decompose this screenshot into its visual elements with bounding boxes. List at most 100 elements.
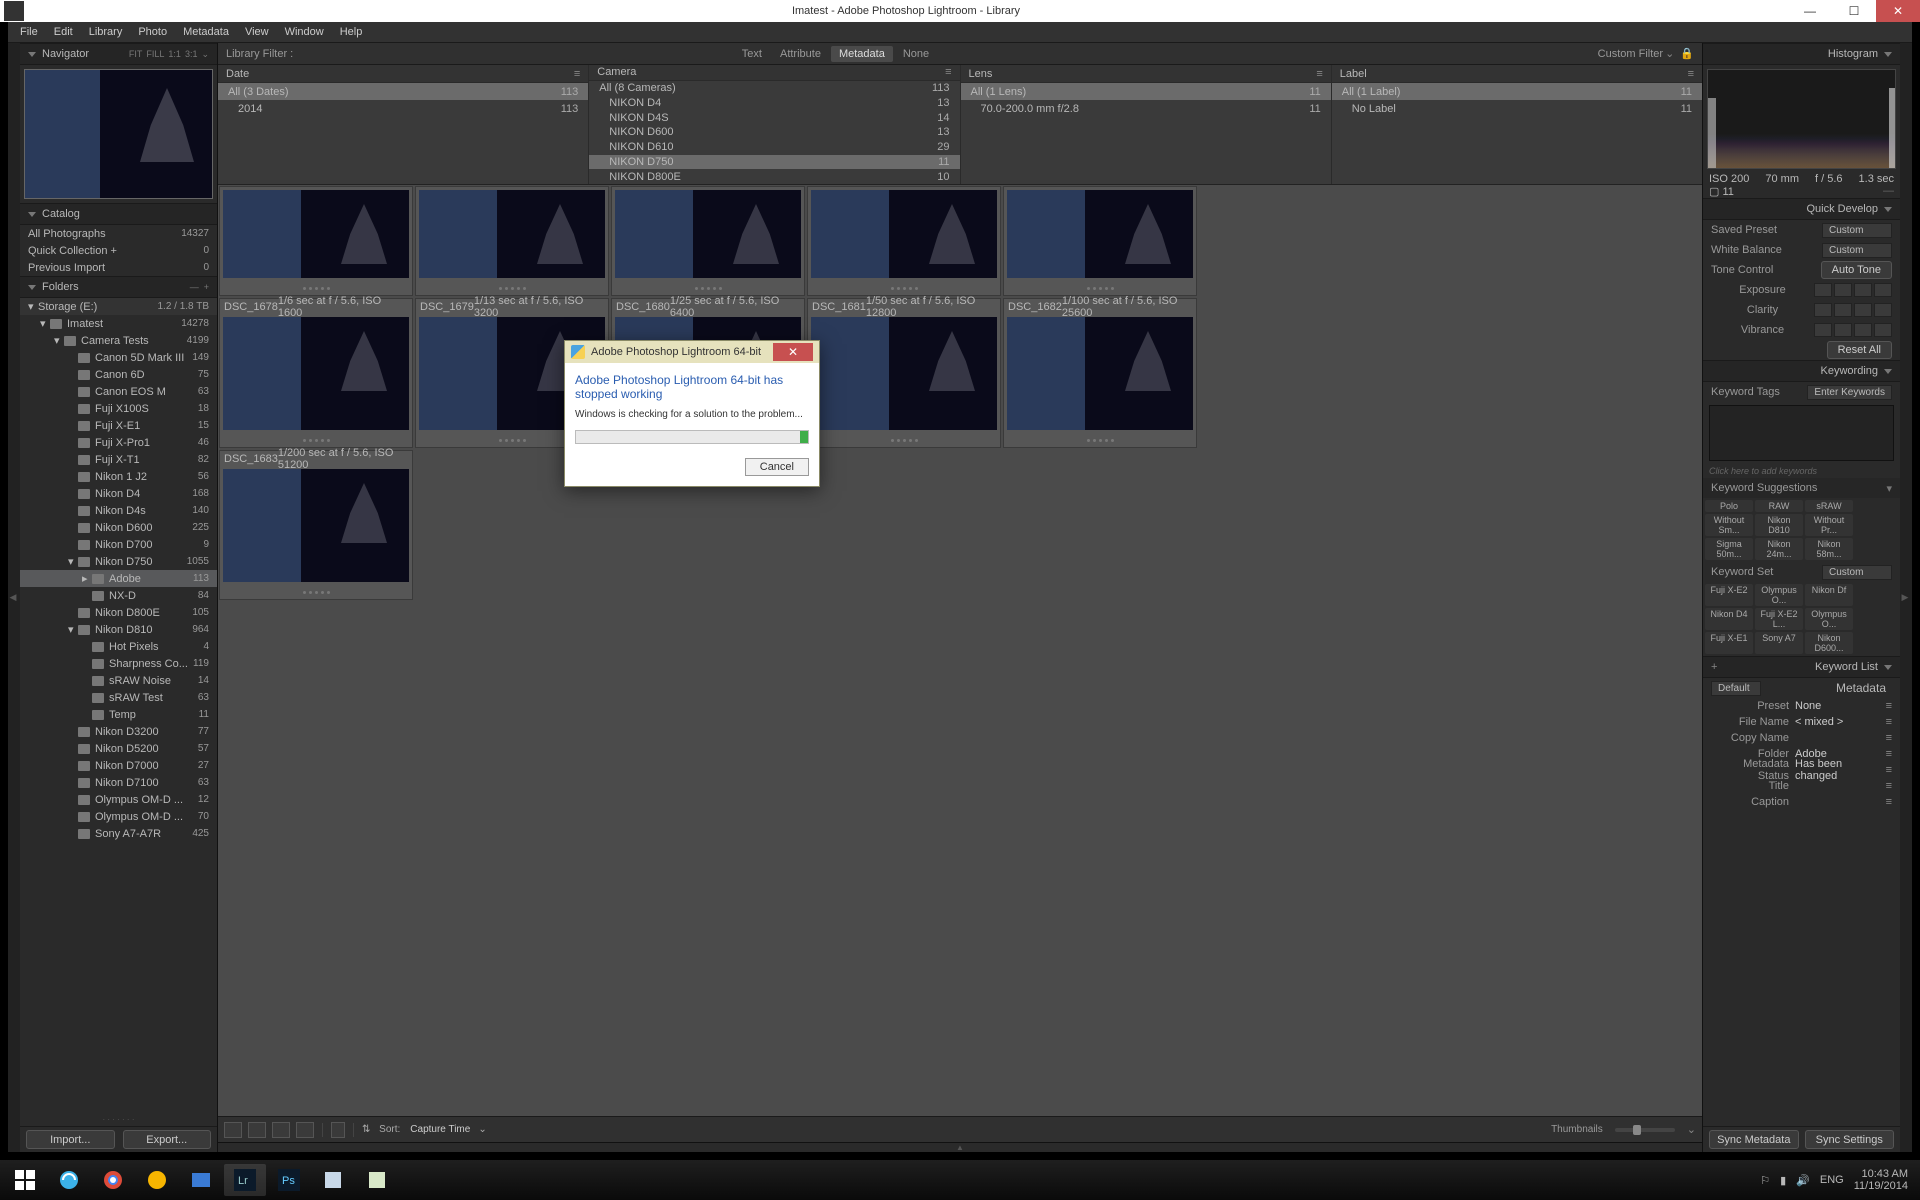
meta-col-header[interactable]: Camera≡: [589, 65, 959, 81]
folder-row[interactable]: Fuji X100S18: [20, 400, 217, 417]
lightroom-taskbar-icon[interactable]: Lr: [224, 1164, 266, 1196]
metadata-field-row[interactable]: PresetNone≡: [1703, 698, 1900, 714]
export-button[interactable]: Export...: [123, 1130, 212, 1149]
tray-volume-icon[interactable]: 🔊: [1796, 1174, 1810, 1187]
dialog-titlebar[interactable]: Adobe Photoshop Lightroom 64-bit ✕: [565, 341, 819, 363]
keyword-chip[interactable]: Fuji X-E1: [1705, 632, 1753, 654]
sync-settings-button[interactable]: Sync Settings: [1805, 1130, 1895, 1149]
thumbnail-grid[interactable]: DSC_16781/6 sec at f / 5.6, ISO 1600DSC_…: [218, 185, 1702, 1116]
meta-filter-row[interactable]: All (8 Cameras)113: [589, 81, 959, 96]
meta-filter-row[interactable]: NIKON D75011: [589, 155, 959, 170]
meta-filter-row[interactable]: NIKON D800E10: [589, 169, 959, 184]
meta-filter-row[interactable]: All (1 Lens)11: [961, 83, 1331, 100]
keyword-chip[interactable]: Olympus O...: [1755, 584, 1803, 606]
toolbar-chevron[interactable]: ⌄: [1687, 1123, 1696, 1136]
quick-develop-header[interactable]: Quick Develop: [1703, 198, 1900, 220]
sync-metadata-button[interactable]: Sync Metadata: [1709, 1130, 1799, 1149]
tray-clock[interactable]: 10:43 AM 11/19/2014: [1854, 1168, 1908, 1192]
filter-preset-dropdown[interactable]: Custom Filter: [1598, 48, 1663, 60]
keyword-chip[interactable]: RAW: [1755, 500, 1803, 512]
catalog-row[interactable]: All Photographs14327: [20, 225, 217, 242]
meta-filter-row[interactable]: No Label11: [1332, 100, 1702, 117]
app-taskbar-icon-2[interactable]: [180, 1164, 222, 1196]
keyword-chip[interactable]: Nikon D600...: [1805, 632, 1853, 654]
saved-preset-dropdown[interactable]: Custom: [1822, 223, 1892, 238]
folder-row[interactable]: Fuji X-Pro146: [20, 434, 217, 451]
tray-lang[interactable]: ENG: [1820, 1174, 1844, 1186]
sort-controls[interactable]: ⇅: [362, 1124, 373, 1135]
folder-row[interactable]: Sony A7-A7R425: [20, 825, 217, 842]
folder-row[interactable]: Olympus OM-D ...70: [20, 808, 217, 825]
filter-tab-text[interactable]: Text: [734, 46, 770, 62]
menu-view[interactable]: View: [237, 23, 277, 41]
folder-row[interactable]: Nikon D600225: [20, 519, 217, 536]
keyword-chip[interactable]: Polo: [1705, 500, 1753, 512]
tray-network-icon[interactable]: ▮: [1780, 1174, 1786, 1187]
keyword-chip[interactable]: Nikon Df: [1805, 584, 1853, 606]
keyword-chip[interactable]: Fuji X-E2: [1705, 584, 1753, 606]
folder-row[interactable]: Nikon D320077: [20, 723, 217, 740]
catalog-row[interactable]: Previous Import0: [20, 259, 217, 276]
right-rail-handle[interactable]: ▶: [1900, 43, 1912, 1152]
volume-row[interactable]: ▾ Storage (E:) 1.2 / 1.8 TB: [20, 298, 217, 315]
folder-row[interactable]: Nikon D700027: [20, 757, 217, 774]
menu-metadata[interactable]: Metadata: [175, 23, 237, 41]
thumbnail-cell[interactable]: DSC_16831/200 sec at f / 5.6, ISO 51200: [219, 450, 413, 600]
meta-filter-row[interactable]: 70.0-200.0 mm f/2.811: [961, 100, 1331, 117]
folder-row[interactable]: Nikon D4s140: [20, 502, 217, 519]
system-tray[interactable]: ⚐ ▮ 🔊 ENG 10:43 AM 11/19/2014: [1760, 1168, 1916, 1192]
meta-filter-row[interactable]: All (1 Label)11: [1332, 83, 1702, 100]
menu-edit[interactable]: Edit: [46, 23, 81, 41]
folder-row[interactable]: Fuji X-E115: [20, 417, 217, 434]
folder-row[interactable]: Fuji X-T182: [20, 451, 217, 468]
menu-photo[interactable]: Photo: [130, 23, 175, 41]
app-taskbar-icon-3[interactable]: [312, 1164, 354, 1196]
keyword-chip[interactable]: Fuji X-E2 L...: [1755, 608, 1803, 630]
keyword-chip[interactable]: sRAW: [1805, 500, 1853, 512]
filter-tab-attribute[interactable]: Attribute: [772, 46, 829, 62]
meta-filter-row[interactable]: 2014113: [218, 100, 588, 117]
metadata-field-row[interactable]: Caption≡: [1703, 794, 1900, 810]
metadata-field-row[interactable]: Metadata StatusHas been changed≡: [1703, 762, 1900, 778]
metadata-field-row[interactable]: File Name< mixed >≡: [1703, 714, 1900, 730]
keyword-chip[interactable]: Nikon D810: [1755, 514, 1803, 536]
thumbnail-cell[interactable]: DSC_16811/50 sec at f / 5.6, ISO 12800: [807, 298, 1001, 448]
keyword-entry-area[interactable]: [1709, 405, 1894, 461]
window-minimize-button[interactable]: —: [1788, 0, 1832, 22]
keyword-set-dropdown[interactable]: Custom: [1822, 565, 1892, 580]
sort-value[interactable]: Capture Time: [410, 1124, 470, 1135]
folder-row[interactable]: Canon 5D Mark III149: [20, 349, 217, 366]
folder-row[interactable]: Sharpness Co...119: [20, 655, 217, 672]
folders-tools[interactable]: — +: [190, 282, 209, 292]
thumbnail-cell[interactable]: DSC_16821/100 sec at f / 5.6, ISO 25600: [1003, 298, 1197, 448]
import-button[interactable]: Import...: [26, 1130, 115, 1149]
folder-row[interactable]: ▸Adobe113: [20, 570, 217, 587]
catalog-row[interactable]: Quick Collection +0: [20, 242, 217, 259]
window-close-button[interactable]: ✕: [1876, 0, 1920, 22]
window-maximize-button[interactable]: ☐: [1832, 0, 1876, 22]
keyword-chip[interactable]: Nikon 58m...: [1805, 538, 1853, 560]
ie-taskbar-icon[interactable]: [48, 1164, 90, 1196]
navigator-preview[interactable]: [24, 69, 213, 199]
meta-col-header[interactable]: Lens≡: [961, 65, 1331, 83]
keyword-chip[interactable]: Without Pr...: [1805, 514, 1853, 536]
start-button[interactable]: [4, 1164, 46, 1196]
folder-row[interactable]: ▾Camera Tests4199: [20, 332, 217, 349]
metadata-field-row[interactable]: Copy Name≡: [1703, 730, 1900, 746]
app-taskbar-icon-4[interactable]: [356, 1164, 398, 1196]
meta-filter-row[interactable]: NIKON D61029: [589, 140, 959, 155]
thumbnail-cell[interactable]: [1003, 186, 1197, 296]
auto-tone-button[interactable]: Auto Tone: [1821, 261, 1892, 279]
loupe-view-button[interactable]: [248, 1122, 266, 1138]
app-taskbar-icon-1[interactable]: [136, 1164, 178, 1196]
meta-col-header[interactable]: Date≡: [218, 65, 588, 83]
thumbnail-cell[interactable]: [415, 186, 609, 296]
grid-view-button[interactable]: [224, 1122, 242, 1138]
chrome-taskbar-icon[interactable]: [92, 1164, 134, 1196]
folder-row[interactable]: NX-D84: [20, 587, 217, 604]
keyword-list-header[interactable]: + Keyword List: [1703, 656, 1900, 678]
filter-tab-metadata[interactable]: Metadata: [831, 46, 893, 62]
metadata-preset-dropdown[interactable]: Default: [1711, 681, 1761, 696]
photoshop-taskbar-icon[interactable]: Ps: [268, 1164, 310, 1196]
meta-filter-row[interactable]: NIKON D60013: [589, 125, 959, 140]
